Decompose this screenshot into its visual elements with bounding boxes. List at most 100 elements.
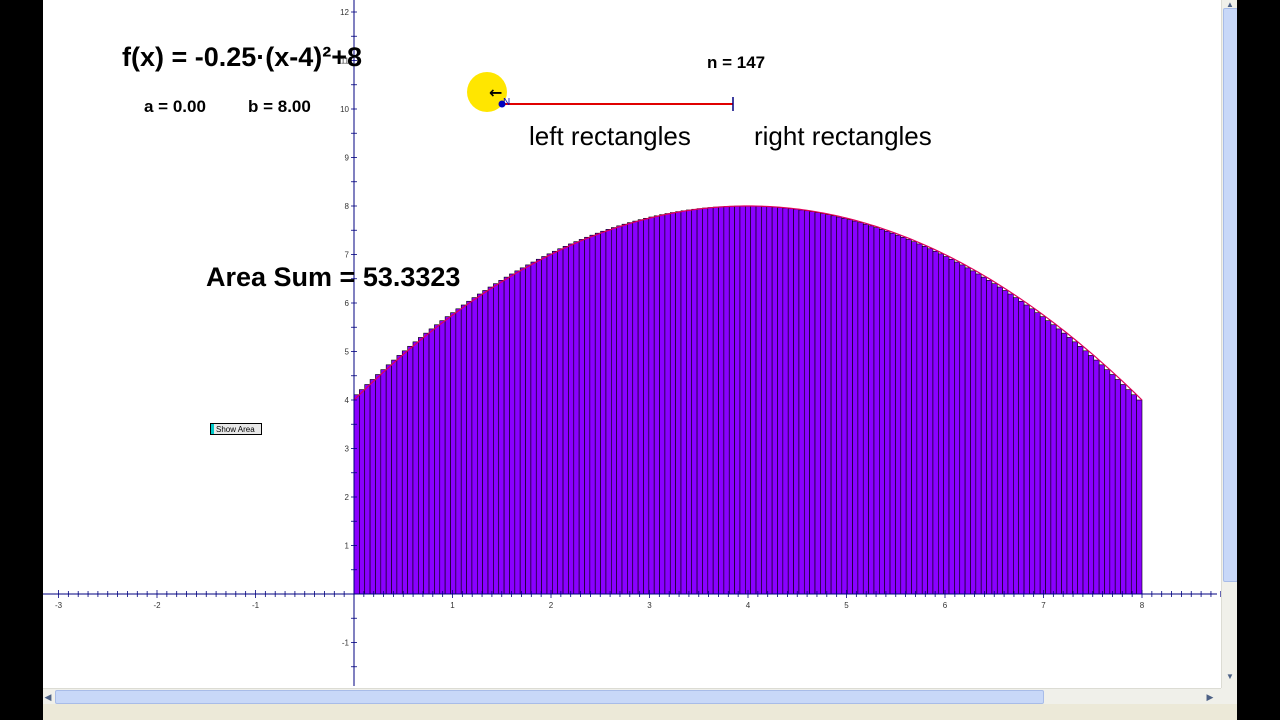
y-tick-label: 10	[340, 105, 349, 114]
riemann-rectangle	[584, 236, 591, 595]
left-rectangles-label: left rectangles	[529, 121, 691, 151]
x-tick-label: -2	[153, 601, 161, 610]
geometry-window: -3 -2 -1 1 2 3 4 5 6 7 8 -1 1 2 3 4 5 6 7 8 9 10 11 12 N ← f(x) =…	[43, 0, 1237, 720]
riemann-rectangle	[830, 215, 837, 595]
riemann-rectangle	[1114, 379, 1121, 595]
riemann-rectangle	[686, 209, 693, 595]
scroll-corner	[1221, 688, 1237, 704]
riemann-rectangle	[1125, 389, 1132, 595]
riemann-rectangle	[798, 209, 805, 595]
riemann-rectangle	[959, 264, 966, 595]
riemann-rectangle	[889, 232, 896, 595]
riemann-rectangle	[509, 273, 516, 595]
riemann-rectangle	[691, 208, 698, 595]
riemann-rectangle	[434, 324, 441, 595]
x-tick-label: 1	[450, 601, 455, 610]
riemann-rectangle	[948, 258, 955, 595]
riemann-rectangle	[718, 206, 725, 595]
riemann-rectangle	[943, 256, 950, 595]
horizontal-scrollbar[interactable]: ◀ ▶	[43, 688, 1221, 705]
riemann-rectangle	[975, 273, 982, 595]
riemann-rectangle	[455, 308, 462, 595]
riemann-rectangle	[487, 286, 494, 595]
riemann-rectangle	[868, 225, 875, 595]
riemann-rectangle	[1077, 345, 1084, 595]
riemann-rectangle	[723, 206, 730, 595]
riemann-rectangle	[884, 230, 891, 595]
riemann-rectangle	[777, 207, 784, 595]
riemann-rectangle	[605, 229, 612, 595]
riemann-rectangle	[937, 253, 944, 595]
scroll-down-arrow-icon[interactable]: ▼	[1224, 672, 1236, 682]
riemann-rectangle	[787, 208, 794, 595]
riemann-rectangle	[696, 208, 703, 595]
riemann-rectangle	[820, 213, 827, 595]
riemann-rectangle	[980, 276, 987, 595]
show-area-checkbox[interactable]	[211, 424, 214, 434]
riemann-rectangle	[761, 206, 768, 595]
riemann-rectangle	[734, 205, 741, 595]
riemann-rectangle	[1098, 364, 1105, 595]
riemann-rectangle	[1050, 324, 1057, 595]
riemann-rectangle	[1013, 297, 1020, 595]
riemann-rectangle	[627, 222, 634, 595]
scroll-left-arrow-icon[interactable]: ◀	[43, 691, 53, 703]
riemann-rectangle	[964, 267, 971, 595]
riemann-rectangle	[803, 210, 810, 595]
riemann-rectangle	[359, 389, 366, 595]
riemann-rectangle	[1018, 300, 1025, 595]
riemann-rectangle	[396, 355, 403, 595]
riemann-rectangle	[921, 246, 928, 595]
riemann-rectangle	[1007, 293, 1014, 595]
riemann-rectangle	[407, 345, 414, 595]
riemann-rectangle	[745, 205, 751, 595]
riemann-rectangle	[857, 222, 864, 595]
riemann-rectangle	[380, 369, 387, 595]
riemann-rectangle	[460, 304, 467, 595]
riemann-rectangle	[836, 216, 843, 595]
riemann-rectangle	[546, 253, 553, 595]
riemann-rectangle	[728, 205, 735, 595]
riemann-rectangle	[954, 261, 961, 595]
riemann-rectangle	[932, 250, 939, 595]
y-tick-label: 3	[345, 445, 350, 454]
graph-canvas[interactable]: -3 -2 -1 1 2 3 4 5 6 7 8-1123456789101112N←	[43, 0, 1221, 688]
riemann-rectangle	[852, 220, 859, 595]
riemann-rectangle	[1093, 359, 1100, 595]
riemann-rectangle	[653, 215, 660, 595]
x-tick-label: -3	[55, 601, 63, 610]
riemann-rectangle	[562, 246, 569, 595]
x-tick-label: 8	[1140, 601, 1145, 610]
riemann-rectangle	[444, 316, 451, 595]
riemann-rectangle	[573, 241, 580, 595]
y-tick-label: 9	[345, 154, 350, 163]
riemann-rectangle	[369, 379, 376, 595]
riemann-rectangle	[450, 312, 457, 595]
riemann-rectangle	[1002, 290, 1009, 595]
riemann-rectangle	[905, 239, 912, 595]
riemann-rectangle	[970, 270, 977, 595]
horizontal-scroll-thumb[interactable]	[55, 690, 1044, 704]
riemann-rectangle	[766, 206, 773, 595]
riemann-rectangle	[637, 219, 644, 595]
vertical-scroll-thumb[interactable]	[1223, 8, 1237, 582]
riemann-rectangle	[873, 227, 880, 595]
show-area-button[interactable]: Show Area	[210, 423, 262, 435]
vertical-scrollbar[interactable]: ▲ ▼	[1221, 0, 1237, 688]
scroll-right-arrow-icon[interactable]: ▶	[1205, 691, 1215, 703]
cursor-arrow-icon: ←	[489, 83, 502, 102]
x-tick-label: -1	[252, 601, 260, 610]
riemann-rectangle	[1023, 304, 1030, 595]
riemann-rectangle	[391, 359, 398, 595]
riemann-rectangle	[632, 220, 639, 595]
riemann-rectangle	[423, 332, 430, 595]
y-tick-label: 1	[345, 542, 350, 551]
riemann-rectangle	[900, 236, 907, 595]
riemann-rectangle	[643, 217, 650, 595]
riemann-rectangle	[493, 283, 500, 595]
riemann-rectangle	[530, 261, 537, 595]
n-value-label: n = 147	[707, 53, 766, 72]
riemann-rectangle	[750, 205, 757, 595]
slider-point-label: N	[503, 97, 510, 108]
y-tick-label: 7	[345, 251, 350, 260]
